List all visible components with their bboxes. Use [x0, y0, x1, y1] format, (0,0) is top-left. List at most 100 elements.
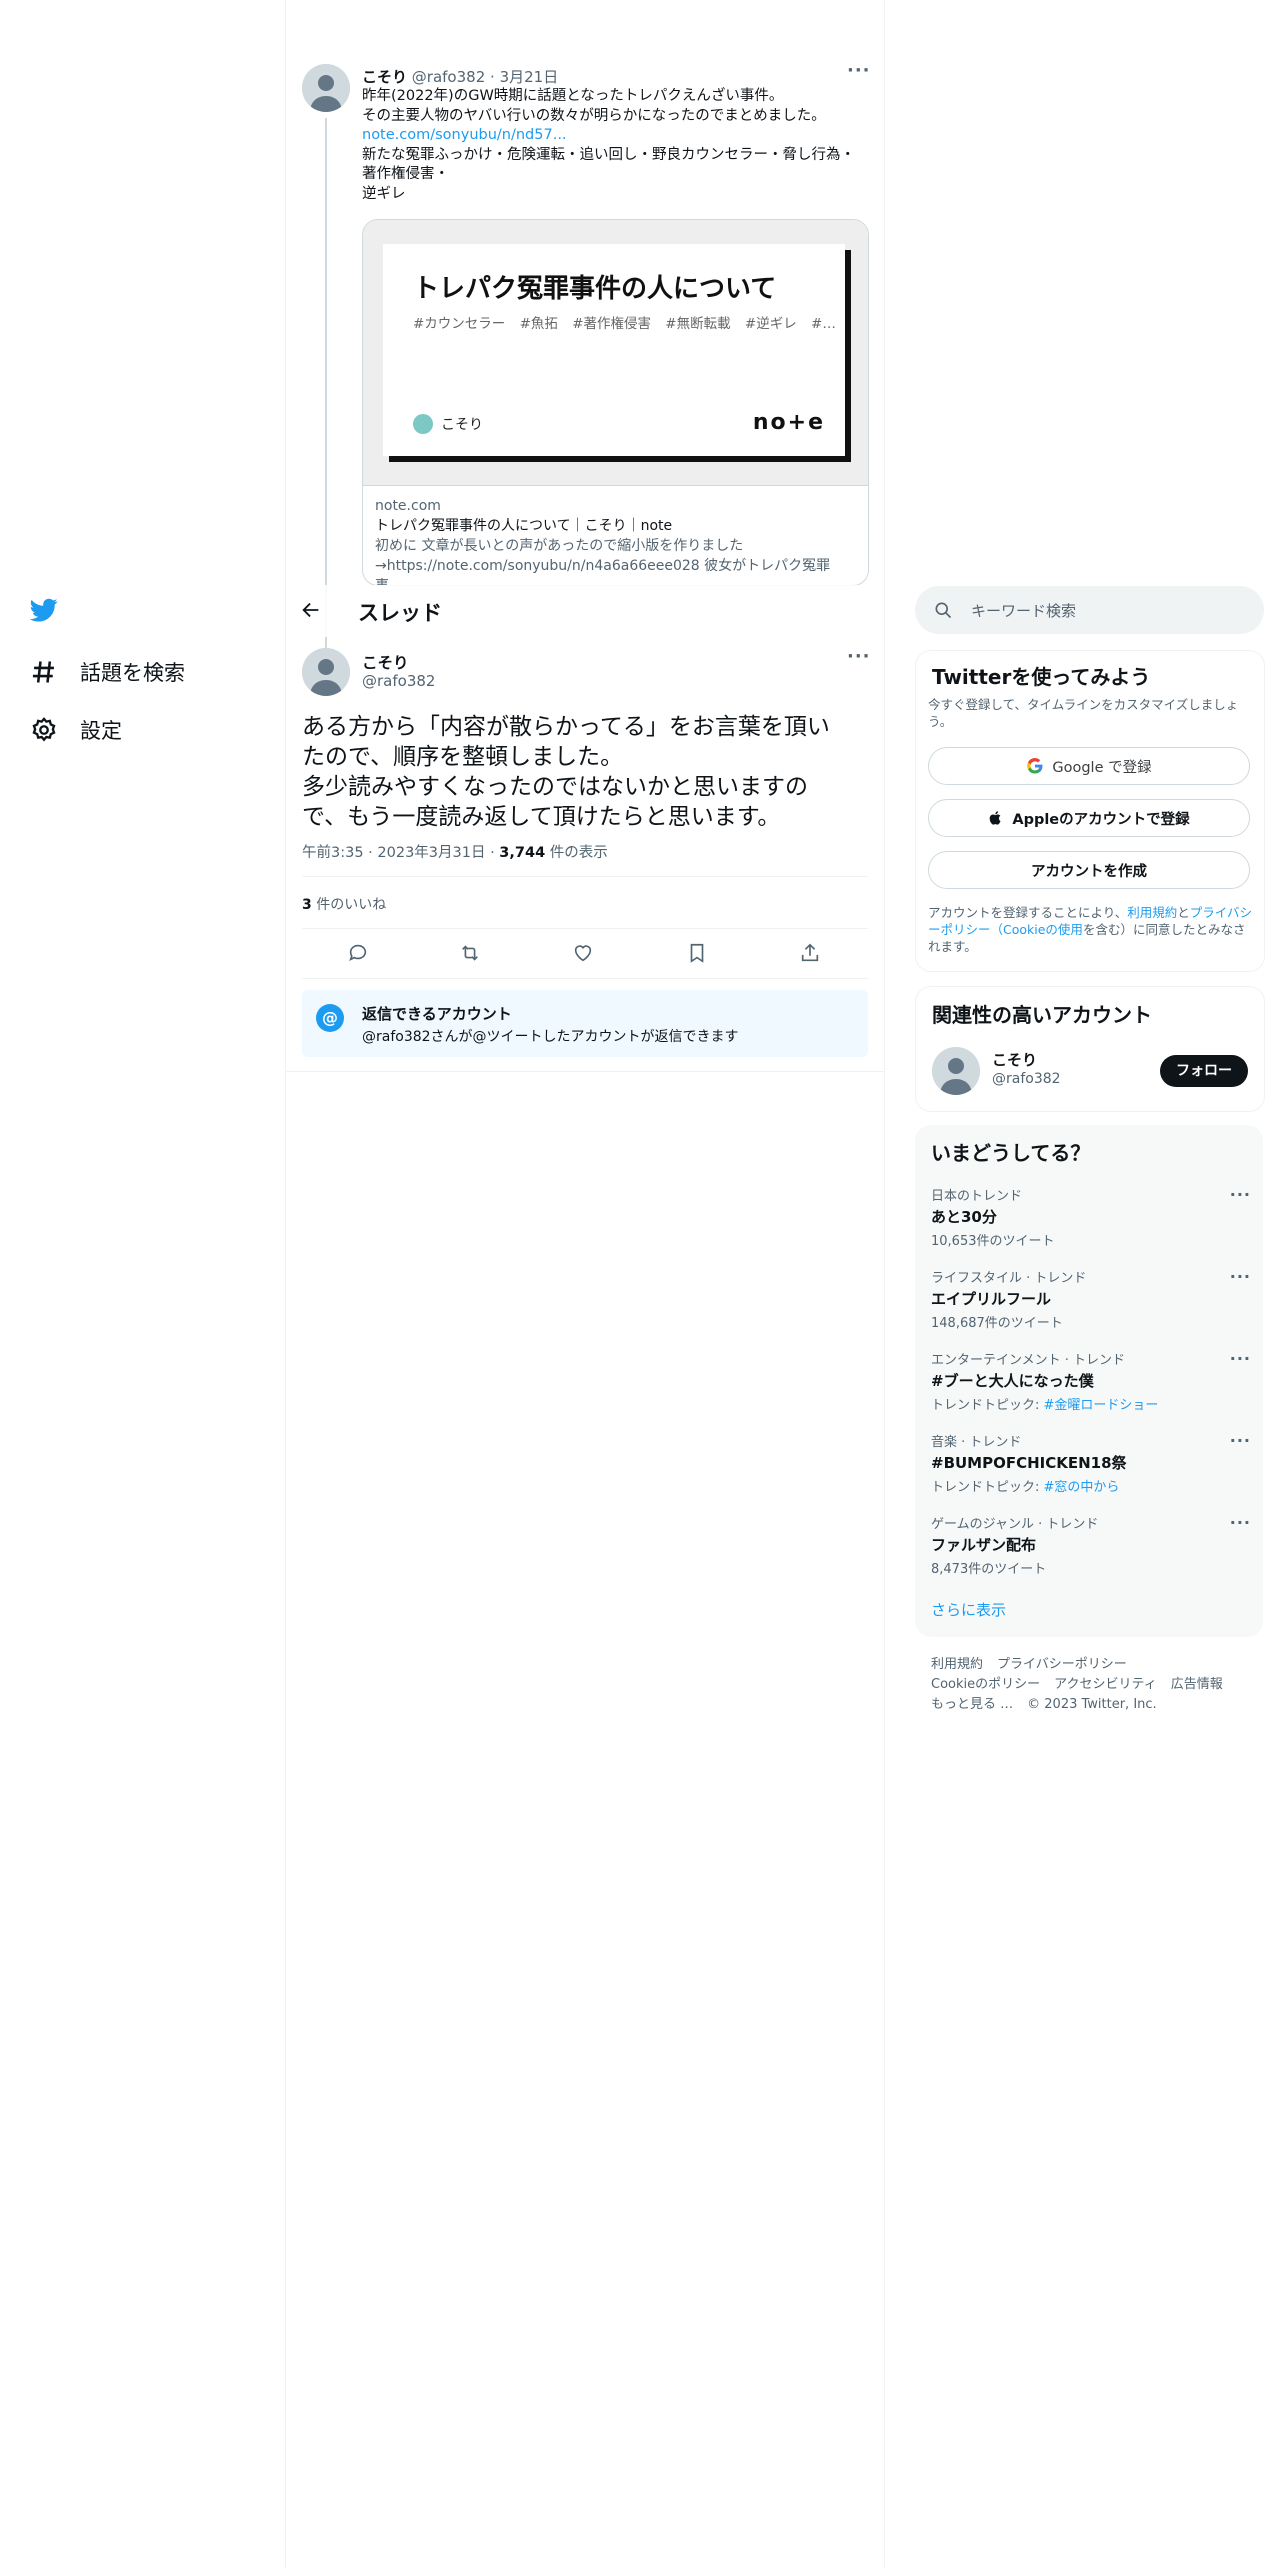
trend-item[interactable]: 日本のトレンド あと30分 10,653件のツイート ···: [931, 1185, 1251, 1249]
parent-tweet-link[interactable]: note.com/sonyubu/n/nd57...: [362, 127, 567, 143]
note-thumbnail-tags: #カウンセラー #魚拓 #著作権侵害 #無断転載 #逆ギレ #…: [413, 316, 836, 332]
parent-tweet-handle[interactable]: @rafo382: [412, 68, 485, 86]
parent-tweet-date[interactable]: 3月21日: [500, 68, 559, 86]
reply-icon[interactable]: [347, 942, 371, 966]
trend-topic-link[interactable]: #窓の中から: [1044, 1480, 1120, 1495]
trend-count: 8,473件のツイート: [931, 1562, 1047, 1577]
google-icon: [1027, 757, 1043, 774]
trend-meta: トレンドトピック: #金曜ロードショー: [931, 1394, 1251, 1413]
main-tweet-name[interactable]: こそり: [362, 651, 409, 673]
divider: [302, 978, 868, 979]
terms-link[interactable]: 利用規約: [1127, 905, 1177, 920]
relevant-account-name[interactable]: こそり: [992, 1049, 1037, 1070]
tweet-time[interactable]: 午前3:35: [302, 845, 364, 861]
note-thumbnail-title: トレパク冤罪事件の人について: [413, 274, 777, 304]
separator-dot: ·: [490, 68, 495, 86]
retweet-icon[interactable]: [459, 942, 483, 966]
main-tweet-more-icon[interactable]: ···: [847, 646, 871, 667]
link-preview-card[interactable]: トレパク冤罪事件の人について #カウンセラー #魚拓 #著作権侵害 #無断転載 …: [362, 219, 869, 586]
show-more-link[interactable]: さらに表示: [931, 1599, 1006, 1620]
trend-meta: 148,687件のツイート: [931, 1312, 1251, 1331]
signup-legal-text: アカウントを登録することにより、利用規約とプライバシーポリシー（Cookieの使…: [928, 904, 1253, 955]
note-logo: no+e: [752, 410, 825, 435]
trend-category: 音楽 · トレンド: [931, 1435, 1022, 1450]
separator-dot: ·: [490, 845, 495, 861]
trends-panel: いまどうしてる？ 日本のトレンド あと30分 10,653件のツイート ··· …: [915, 1125, 1263, 1637]
trend-topic-link[interactable]: #金曜ロードショー: [1044, 1398, 1159, 1413]
trend-category: ゲームのジャンル · トレンド: [931, 1517, 1099, 1532]
trend-item[interactable]: ライフスタイル · トレンド エイプリルフール 148,687件のツイート ··…: [931, 1267, 1251, 1331]
parent-tweet-name[interactable]: こそり: [362, 68, 407, 86]
footer-link-privacy[interactable]: プライバシーポリシー: [997, 1657, 1127, 1672]
thread-header: スレッド: [286, 585, 884, 637]
parent-tweet-line: 新たな冤罪ふっかけ・危険運転・追い回し・野良カウンセラー・脅し行為・著作権侵害・: [362, 146, 855, 183]
back-arrow-icon[interactable]: [300, 599, 322, 621]
share-icon[interactable]: [799, 942, 823, 966]
main-tweet-avatar[interactable]: [302, 648, 350, 696]
nav-label-explore: 話題を検索: [80, 661, 185, 685]
link-preview-description: 初めに 文章が長いとの声があったので縮小版を作りました: [375, 538, 744, 554]
apple-signup-button[interactable]: Appleのアカウントで登録: [928, 799, 1250, 837]
trends-title: いまどうしてる？: [931, 1141, 1091, 1165]
create-account-button[interactable]: アカウントを作成: [928, 851, 1250, 889]
legal-text: と: [1177, 905, 1190, 920]
footer-link-cookies[interactable]: Cookieのポリシー: [931, 1677, 1040, 1692]
trend-name: ファルザン配布: [931, 1536, 1037, 1554]
trend-topic-label: トレンドトピック:: [931, 1398, 1044, 1413]
nav-item-settings[interactable]: 設定: [30, 715, 122, 745]
parent-tweet-avatar[interactable]: [302, 64, 350, 112]
nav-label-settings: 設定: [80, 719, 122, 743]
follow-button[interactable]: フォロー: [1160, 1055, 1248, 1087]
search-input[interactable]: キーワード検索: [915, 586, 1264, 634]
google-signup-button[interactable]: Google で登録: [928, 747, 1250, 785]
link-preview-meta: note.com トレパク冤罪事件の人について｜こそり｜note 初めに 文章が…: [375, 496, 855, 585]
separator-dot: ·: [368, 845, 373, 861]
signup-title: Twitterを使ってみよう: [932, 665, 1151, 689]
relevant-account-avatar[interactable]: [932, 1047, 980, 1095]
footer-link-terms[interactable]: 利用規約: [931, 1657, 983, 1672]
trend-more-icon[interactable]: ···: [1230, 1267, 1251, 1286]
parent-tweet-line: その主要人物のヤバい行いの数々が明らかになったのでまとめました。: [362, 107, 826, 124]
trend-more-icon[interactable]: ···: [1230, 1431, 1251, 1450]
parent-tweet-more-icon[interactable]: ···: [847, 60, 871, 81]
author-avatar-icon: [413, 414, 433, 434]
likes-stat[interactable]: 3 件のいいね: [302, 894, 386, 914]
main-column-right-border: [884, 0, 885, 2568]
footer-link-more[interactable]: もっと見る …: [931, 1697, 1013, 1712]
trend-item[interactable]: エンターテインメント · トレンド #ブーと大人になった僕 トレンドトピック: …: [931, 1349, 1251, 1413]
search-placeholder: キーワード検索: [971, 602, 1077, 620]
trend-meta: トレンドトピック: #窓の中から: [931, 1476, 1251, 1495]
trend-more-icon[interactable]: ···: [1230, 1349, 1251, 1368]
footer-link-ads[interactable]: 広告情報: [1171, 1677, 1223, 1692]
main-tweet-line: ある方から「内容が散らかってる」をお言葉を頂い: [302, 714, 830, 740]
signup-panel: Twitterを使ってみよう 今すぐ登録して、タイムラインをカスタマイズしましょ…: [915, 650, 1265, 972]
create-account-label: アカウントを作成: [1031, 863, 1147, 880]
note-thumbnail-author-name: こそり: [441, 417, 483, 433]
main-tweet-text: ある方から「内容が散らかってる」をお言葉を頂い たので、順序を整頓しました。 多…: [302, 712, 872, 832]
tweet-date[interactable]: 2023年3月31日: [377, 845, 485, 861]
link-preview-image: トレパク冤罪事件の人について #カウンセラー #魚拓 #著作権侵害 #無断転載 …: [363, 220, 868, 486]
footer-links: 利用規約 プライバシーポリシー Cookieのポリシー アクセシビリティ 広告情報 も…: [931, 1655, 1251, 1715]
like-heart-icon[interactable]: [572, 942, 596, 966]
main-tweet-line: たので、順序を整頓しました。: [302, 744, 624, 770]
note-thumbnail: トレパク冤罪事件の人について #カウンセラー #魚拓 #著作権侵害 #無断転載 …: [383, 244, 845, 456]
relevant-account-handle[interactable]: @rafo382: [992, 1071, 1061, 1087]
views-label: 件の表示: [549, 845, 608, 861]
trend-meta: 8,473件のツイート: [931, 1558, 1251, 1577]
thread-connector-line: [325, 118, 327, 648]
at-sign-icon: @: [316, 1004, 344, 1032]
twitter-logo-icon[interactable]: [28, 596, 60, 628]
likes-count: 3: [302, 897, 312, 913]
relevant-accounts-panel: 関連性の高いアカウント こそり @rafo382 フォロー: [915, 986, 1265, 1112]
relevant-accounts-title: 関連性の高いアカウント: [932, 1003, 1152, 1027]
bookmark-icon[interactable]: [686, 942, 710, 966]
trend-count: 148,687件のツイート: [931, 1316, 1063, 1331]
trend-item[interactable]: 音楽 · トレンド #BUMPOFCHICKEN18祭 トレンドトピック: #窓…: [931, 1431, 1251, 1495]
nav-item-explore[interactable]: 話題を検索: [30, 657, 185, 687]
parent-tweet-line: 昨年(2022年)のGW時期に話題となったトレパクえんざい事件。: [362, 88, 784, 104]
trend-more-icon[interactable]: ···: [1230, 1513, 1251, 1532]
trend-more-icon[interactable]: ···: [1230, 1185, 1251, 1204]
footer-link-accessibility[interactable]: アクセシビリティ: [1054, 1677, 1157, 1692]
trend-item[interactable]: ゲームのジャンル · トレンド ファルザン配布 8,473件のツイート ···: [931, 1513, 1251, 1577]
main-tweet-handle[interactable]: @rafo382: [362, 672, 435, 690]
